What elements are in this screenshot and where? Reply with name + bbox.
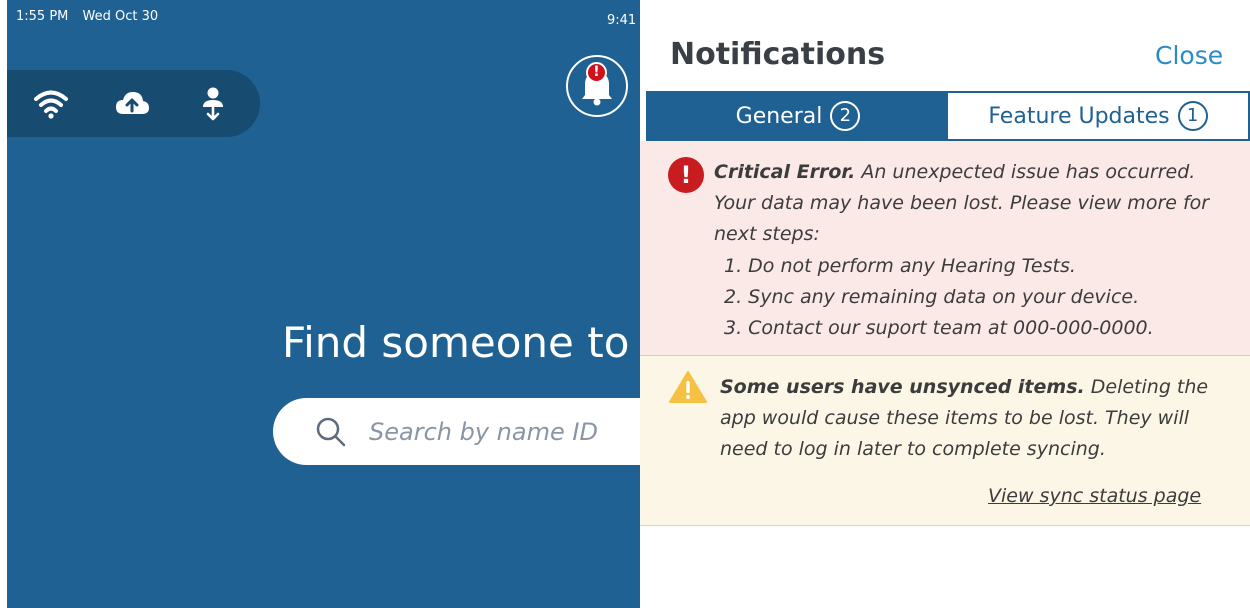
list-item: 2. Sync any remaining data on your devic…	[724, 286, 1140, 308]
tab-general-count: 2	[830, 101, 861, 131]
critical-error-message: Critical Error. An unexpected issue has …	[714, 157, 1234, 250]
error-icon: !	[668, 157, 704, 193]
app-pane: 1:55 PM Wed Oct 30 9:41	[7, 0, 640, 608]
notification-tabs: General 2 Feature Updates 1	[646, 91, 1250, 141]
unsynced-warning-lead: Some users have unsynced items.	[720, 376, 1085, 398]
person-sync-icon[interactable]	[195, 86, 231, 122]
page-title: Find someone to	[282, 318, 630, 367]
cloud-upload-icon[interactable]	[114, 86, 150, 122]
status-date: Wed Oct 30	[82, 9, 159, 24]
critical-error-steps: 1. Do not perform any Hearing Tests. 2. …	[724, 251, 1154, 344]
bell-alert-badge: !	[586, 62, 607, 83]
unsynced-warning-message: Some users have unsynced items. Deleting…	[720, 372, 1230, 465]
wifi-icon[interactable]	[33, 86, 69, 122]
search-icon	[316, 417, 346, 447]
list-item: 1. Do not perform any Hearing Tests.	[724, 255, 1076, 277]
tab-general[interactable]: General 2	[648, 93, 948, 139]
view-sync-status-link[interactable]: View sync status page	[988, 485, 1201, 507]
tab-feature-updates-count: 1	[1177, 101, 1208, 131]
unsynced-warning-notification: Some users have unsynced items. Deleting…	[640, 356, 1250, 526]
close-button[interactable]: Close	[1155, 41, 1223, 70]
search-box[interactable]	[273, 398, 693, 465]
tab-feature-updates-label: Feature Updates	[988, 103, 1170, 129]
critical-error-lead: Critical Error.	[714, 161, 856, 183]
tab-feature-updates[interactable]: Feature Updates 1	[948, 93, 1248, 139]
notifications-panel: Notifications Close General 2 Feature Up…	[640, 0, 1250, 608]
tab-general-label: General	[735, 103, 823, 129]
list-item: 3. Contact our suport team at 000-000-00…	[724, 317, 1154, 339]
status-time-secondary: 9:41	[607, 13, 637, 28]
critical-error-notification: ! Critical Error. An unexpected issue ha…	[640, 141, 1250, 356]
warning-icon	[669, 371, 707, 403]
sync-toolbar	[7, 70, 260, 137]
notifications-title: Notifications	[670, 37, 886, 72]
status-time: 1:55 PM	[16, 9, 69, 24]
status-bar: 1:55 PM Wed Oct 30	[16, 9, 168, 24]
search-input[interactable]	[369, 412, 629, 452]
